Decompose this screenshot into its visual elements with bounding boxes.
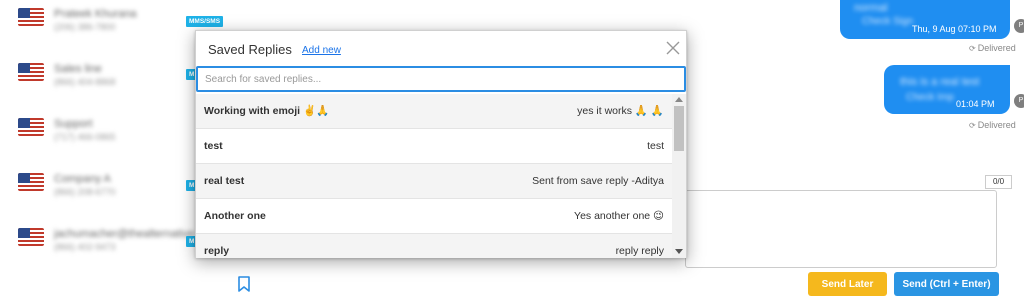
send-later-button[interactable]: Send Later — [808, 272, 887, 296]
channel-tag: MMS/SMS — [186, 16, 224, 27]
contact-name: Support — [54, 118, 93, 130]
saved-reply-name: Working with emoji ✌️🙏 — [204, 105, 330, 117]
saved-replies-modal: Saved Replies Add new Working with emoji… — [195, 30, 687, 258]
saved-reply-row[interactable]: real test Sent from save reply -Aditya — [196, 164, 672, 199]
saved-reply-row[interactable]: Another one Yes another one 😉 — [196, 199, 672, 234]
list-scrollbar[interactable] — [672, 94, 686, 258]
saved-reply-text: Sent from save reply -Aditya — [532, 175, 664, 187]
saved-reply-text: test — [647, 140, 664, 152]
status-text: Delivered — [977, 43, 1016, 53]
us-flag-icon — [18, 118, 44, 136]
contact-name: Prateek Khurana — [54, 8, 137, 20]
add-new-link[interactable]: Add new — [302, 45, 341, 56]
char-counter: 0/0 — [985, 175, 1012, 189]
delivered-icon: ⟳ — [969, 121, 976, 130]
contact-phone: (206) 386-7800 — [54, 22, 116, 32]
close-icon[interactable] — [666, 41, 680, 55]
contact-item[interactable]: Company A (866) 208-6770 — [18, 173, 188, 213]
contact-phone: (866) 404-8868 — [54, 77, 116, 87]
scroll-down-arrow-icon[interactable] — [675, 249, 683, 254]
contact-phone: (717) 466-0865 — [54, 132, 116, 142]
message-status: ⟳ Delivered — [969, 120, 1016, 130]
contact-phone: (866) 208-6770 — [54, 187, 116, 197]
status-text: Delivered — [977, 120, 1016, 130]
message-subtext: Check Imp — [906, 92, 954, 103]
contact-item[interactable]: Prateek Khurana (206) 386-7800 — [18, 8, 188, 48]
avatar: P — [1014, 19, 1024, 33]
contact-name: jachumacher@thealternative — [54, 228, 195, 240]
us-flag-icon — [18, 228, 44, 246]
bookmark-icon[interactable] — [237, 276, 251, 292]
message-status: ⟳ Delivered — [969, 43, 1016, 53]
avatar: P — [1014, 94, 1024, 108]
saved-reply-row[interactable]: test test — [196, 129, 672, 164]
saved-reply-row[interactable]: reply reply reply — [196, 234, 672, 258]
message-compose-area[interactable] — [685, 190, 997, 268]
scrollbar-thumb[interactable] — [674, 106, 684, 151]
contact-item[interactable]: Support (717) 466-0865 — [18, 118, 188, 158]
saved-reply-text: reply reply — [615, 245, 664, 257]
saved-reply-name: test — [204, 140, 223, 152]
message-subtext: Check Sign — [862, 16, 914, 27]
saved-reply-row[interactable]: Working with emoji ✌️🙏 yes it works 🙏 🙏 — [196, 94, 672, 129]
saved-replies-search-input[interactable] — [196, 66, 686, 92]
us-flag-icon — [18, 173, 44, 191]
message-bubble: this is a real test Check Imp 01:04 PM — [884, 65, 1010, 114]
message-text: normal — [854, 2, 888, 14]
delivered-icon: ⟳ — [969, 44, 976, 53]
us-flag-icon — [18, 8, 44, 26]
saved-reply-text: Yes another one 😉 — [574, 210, 664, 222]
message-time: Thu, 9 Aug 07:10 PM — [912, 24, 997, 34]
message-time: 01:04 PM — [956, 99, 995, 109]
saved-reply-name: Another one — [204, 210, 266, 222]
contact-item[interactable]: jachumacher@thealternative (866) 402-947… — [18, 228, 194, 268]
contact-phone: (866) 402-9473 — [54, 242, 116, 252]
saved-reply-name: reply — [204, 245, 230, 257]
saved-replies-list: Working with emoji ✌️🙏 yes it works 🙏 🙏 … — [196, 94, 686, 258]
contact-name: Sales line — [54, 63, 102, 75]
message-text: this is a real test — [900, 76, 980, 88]
scroll-up-arrow-icon[interactable] — [675, 97, 683, 102]
message-bubble: normal Check Sign Thu, 9 Aug 07:10 PM — [840, 0, 1010, 39]
saved-reply-name: real test — [204, 175, 245, 187]
contact-name: Company A — [54, 173, 111, 185]
modal-title: Saved Replies — [208, 42, 292, 57]
send-button[interactable]: Send (Ctrl + Enter) — [894, 272, 999, 296]
app-screen: Prateek Khurana (206) 386-7800 MMS/SMS S… — [0, 0, 1024, 300]
contact-item[interactable]: Sales line (866) 404-8868 — [18, 63, 188, 103]
saved-reply-text: yes it works 🙏 🙏 — [577, 105, 664, 117]
us-flag-icon — [18, 63, 44, 81]
